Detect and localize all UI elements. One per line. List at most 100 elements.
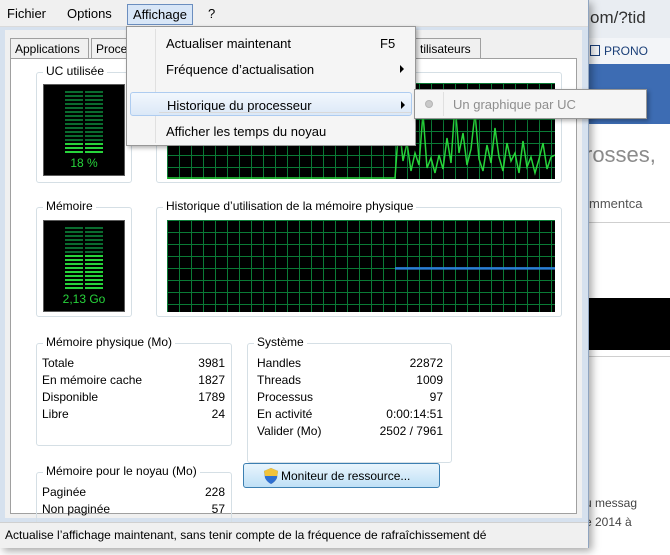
physical-memory-table: Totale 3981 En mémoire cache 1827 Disponib… [42,354,225,422]
meter-segment [85,103,103,105]
meter-segment [65,147,83,149]
kernel-memory-table: Paginée 228 Non paginée 57 [42,483,225,517]
meter-segment [85,239,103,241]
menu-item-label: Actualiser maintenant [166,36,292,51]
meter-segment [85,271,103,273]
tab-applications[interactable]: Applications [10,38,89,58]
meter-segment [65,287,83,289]
meter-segment [65,127,83,129]
table-row: Non paginée 57 [42,500,225,517]
menu-item-frequence[interactable]: Fréquence d’actualisation [130,57,412,81]
menu-affichage[interactable]: Affichage [127,4,193,25]
meter-segment [65,103,83,105]
memory-meter-bars [65,227,103,289]
stat-label: En activité [257,406,313,421]
memory-history-group: Historique d’utilisation de la mémoire p… [156,199,562,317]
stat-label: Disponible [42,389,99,404]
meter-segment [85,91,103,93]
stat-label: Threads [257,372,302,387]
table-row: Threads 1009 [257,371,443,388]
memory-history-graph [167,220,555,312]
bookmark-label: PRONO [604,44,649,58]
meter-segment [85,107,103,109]
stat-label: Handles [257,355,302,370]
meter-segment [65,259,83,261]
meter-segment [65,151,83,153]
meter-segment [85,259,103,261]
browser-date-text: e 2014 à [585,515,632,529]
stat-value: 1789 [198,389,225,404]
menu-item-actualiser[interactable]: Actualiser maintenant F5 [130,31,412,55]
memory-meter: 2,13 Go [43,220,125,312]
browser-url-text: om/?tid [590,8,646,27]
memory-title: Mémoire [43,199,96,213]
submenu-arrow-icon [401,101,405,109]
system-title: Système [254,335,307,349]
stat-value: 2502 / 7961 [379,423,443,438]
physical-memory-title: Mémoire physique (Mo) [43,335,176,349]
cpu-usage-value: 18 % [70,156,98,170]
cpu-meter-bars [65,91,103,153]
menu-gutter [443,92,444,116]
menu-fichier[interactable]: Fichier [7,6,46,21]
meter-segment [65,115,83,117]
stat-label: Totale [42,355,75,370]
meter-segment [85,135,103,137]
browser-comment-text: mmentca [589,196,643,211]
submenu-item-un-graphique[interactable]: Un graphique par UC [453,97,576,112]
meter-segment [65,131,83,133]
tab-utilisateurs[interactable]: tilisateurs [415,38,481,58]
browser-heading: rosses, [585,142,656,167]
bookmark-icon [590,45,600,56]
resource-monitor-button[interactable]: Moniteur de ressource... [243,463,440,488]
stat-value: 22872 [409,355,443,370]
stat-value: 24 [211,406,225,421]
meter-segment [65,135,83,137]
menu-options[interactable]: Options [67,6,112,21]
meter-segment [65,251,83,253]
radio-bullet-icon [425,100,433,108]
cpu-usage-meter: 18 % [43,84,125,176]
stat-value: 228 [204,484,225,499]
menu-item-temps-noyau[interactable]: Afficher les temps du noyau [130,119,412,143]
meter-segment [65,99,83,101]
meter-segment [85,131,103,133]
meter-segment [65,263,83,265]
meter-segment [85,139,103,141]
memory-value: 2,13 Go [62,292,106,306]
meter-segment [65,139,83,141]
divider [575,356,670,357]
meter-segment [65,107,83,109]
stat-label: En mémoire cache [42,372,143,387]
meter-segment [65,227,83,229]
cpu-usage-group: UC utilisée 18 % [36,64,132,183]
physical-memory-group: Mémoire physique (Mo) Totale 3981 En mémo… [36,335,232,446]
meter-segment [85,279,103,281]
stat-label: Non paginée [42,501,111,516]
browser-bookmark-item[interactable]: PRONO [590,44,648,58]
meter-segment [65,267,83,269]
menu-item-label: Historique du processeur [167,98,312,113]
meter-segment [85,251,103,253]
stat-value: 97 [429,389,443,404]
stat-label: Paginée [42,484,87,499]
stat-label: Processus [257,389,314,404]
divider [575,222,670,223]
table-row: Totale 3981 [42,354,225,371]
meter-segment [85,263,103,265]
kernel-memory-title: Mémoire pour le noyau (Mo) [43,464,200,478]
menu-item-label: Afficher les temps du noyau [166,124,327,139]
status-text: Actualise l’affichage maintenant, sans t… [5,528,487,542]
table-row: Handles 22872 [257,354,443,371]
table-row: En mémoire cache 1827 [42,371,225,388]
table-row: Processus 97 [257,388,443,405]
stat-label: Valider (Mo) [257,423,322,438]
shield-icon [264,468,278,484]
menu-help[interactable]: ? [208,6,215,21]
meter-segment [85,115,103,117]
affichage-dropdown-menu: Actualiser maintenant F5 Fréquence d’act… [126,26,416,146]
meter-segment [85,111,103,113]
meter-segment [85,127,103,129]
meter-segment [85,151,103,153]
menu-item-shortcut: F5 [380,36,396,51]
